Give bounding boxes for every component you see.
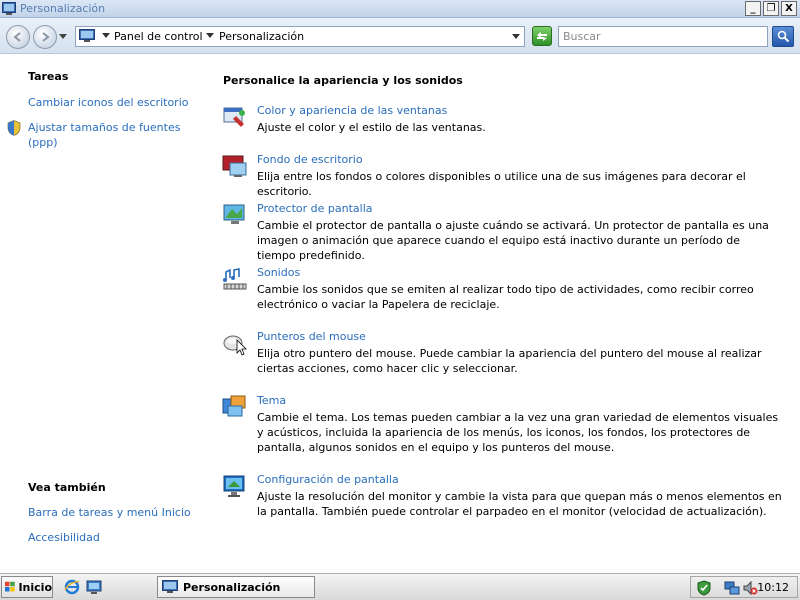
chevron-down-icon (59, 34, 67, 39)
screen-saver-link[interactable]: Protector de pantalla (257, 202, 373, 215)
screen-saver-icon (223, 204, 245, 224)
restore-icon: ❐ (766, 3, 776, 14)
network-icon[interactable] (724, 580, 740, 596)
tasks-pane: Tareas Cambiar iconos del escritorio Aju… (0, 55, 200, 573)
mouse-pointers-desc: Elija otro puntero del mouse. Puede camb… (257, 347, 762, 375)
close-icon: X (785, 3, 793, 14)
breadcrumb-chevron-icon[interactable] (102, 33, 110, 38)
forward-arrow-icon (42, 32, 50, 42)
control-panel-icon (2, 2, 16, 15)
breadcrumb-personalizacion[interactable]: Personalización (219, 30, 304, 43)
address-box[interactable]: Panel de control Personalización (75, 26, 525, 47)
close-button[interactable]: X (781, 1, 797, 16)
adjust-font-size-line1[interactable]: Ajustar tamaños de fuentes (28, 120, 180, 135)
uac-shield-icon (7, 120, 21, 136)
desktop-background-icon (222, 155, 247, 177)
address-toolbar: Panel de control Personalización Buscar (0, 18, 800, 54)
taskbar-start-menu-link[interactable]: Barra de tareas y menú Inicio (28, 505, 191, 520)
minimize-icon: _ (750, 3, 756, 14)
tasks-title: Tareas (28, 70, 69, 83)
display-settings-icon (223, 475, 245, 497)
start-button[interactable]: Inicio (1, 576, 53, 598)
search-button[interactable] (772, 26, 794, 47)
accessibility-link[interactable]: Accesibilidad (28, 530, 100, 545)
address-dropdown-icon[interactable] (512, 34, 520, 39)
change-desktop-icons-link[interactable]: Cambiar iconos del escritorio (28, 95, 188, 110)
mouse-pointers-link[interactable]: Punteros del mouse (257, 330, 366, 343)
breadcrumb-panel-de-control[interactable]: Panel de control (114, 30, 203, 43)
sounds-icon (223, 268, 247, 290)
screen-saver-desc: Cambie el protector de pantalla o ajuste… (257, 219, 769, 262)
taskbar-item-personalizacion[interactable]: Personalización (157, 576, 315, 598)
desktop-background-desc: Elija entre los fondos o colores disponi… (257, 170, 746, 198)
recent-pages-button[interactable] (58, 32, 68, 42)
desktop-background-link[interactable]: Fondo de escritorio (257, 153, 363, 166)
main-content: Personalice la apariencia y los sonidos … (200, 55, 800, 573)
title-bar: Personalización _ ❐ X (0, 0, 800, 18)
adjust-font-size-link[interactable]: Ajustar tamaños de fuentes (ppp) (28, 120, 180, 150)
mouse-pointer-icon (223, 335, 247, 356)
refresh-button[interactable] (532, 26, 552, 46)
clock[interactable]: 10:12 (757, 581, 789, 594)
show-desktop-icon[interactable] (86, 579, 102, 595)
window-color-link[interactable]: Color y apariencia de las ventanas (257, 104, 447, 117)
search-input[interactable]: Buscar (558, 26, 768, 47)
control-panel-icon (79, 29, 95, 42)
taskbar: Inicio Personalización 10:12 (0, 573, 800, 600)
display-settings-desc: Ajuste la resolución del monitor y cambi… (257, 490, 782, 518)
theme-icon (222, 395, 246, 417)
taskbar-item-label: Personalización (183, 580, 281, 594)
back-button[interactable] (6, 25, 30, 49)
volume-muted-icon[interactable] (742, 580, 758, 596)
forward-button[interactable] (33, 25, 57, 49)
back-arrow-icon (13, 32, 21, 42)
security-center-icon[interactable] (696, 580, 712, 596)
window-color-icon (223, 107, 245, 127)
adjust-font-size-line2[interactable]: (ppp) (28, 135, 180, 150)
breadcrumb-chevron-icon[interactable] (206, 33, 214, 38)
window-title: Personalización (20, 2, 106, 15)
minimize-button[interactable]: _ (745, 1, 761, 16)
search-icon (777, 30, 789, 43)
control-panel-icon (162, 580, 178, 593)
refresh-icon (537, 32, 547, 41)
internet-explorer-icon[interactable] (64, 579, 80, 595)
windows-logo-icon (5, 581, 15, 592)
page-heading: Personalice la apariencia y los sonidos (223, 74, 463, 87)
theme-link[interactable]: Tema (257, 394, 286, 407)
maximize-button[interactable]: ❐ (763, 1, 779, 16)
sounds-desc: Cambie los sonidos que se emiten al real… (257, 283, 754, 311)
start-label: Inicio (18, 580, 52, 594)
theme-desc: Cambie el tema. Los temas pueden cambiar… (257, 411, 779, 454)
notification-area: 10:12 (690, 576, 798, 598)
see-also-title: Vea también (28, 481, 106, 494)
display-settings-link[interactable]: Configuración de pantalla (257, 473, 399, 486)
sounds-link[interactable]: Sonidos (257, 266, 300, 279)
window-color-desc: Ajuste el color y el estilo de las venta… (257, 121, 486, 134)
